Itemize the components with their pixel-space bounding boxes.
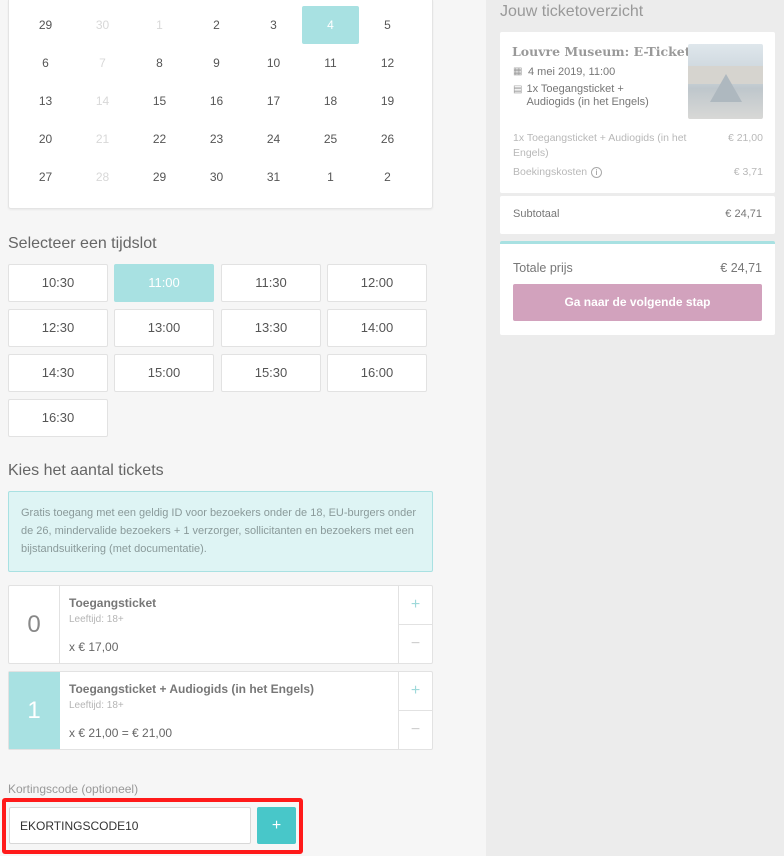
timeslot-option[interactable]: 14:00 bbox=[327, 309, 427, 347]
ticket-description: ▤ 1x Toegangsticket + Audiogids (in het … bbox=[513, 83, 673, 109]
calendar-day[interactable]: 2 bbox=[359, 158, 416, 196]
decrease-quantity-button[interactable]: − bbox=[398, 625, 432, 663]
ticket-quantity: 0 bbox=[9, 586, 60, 663]
booking-fee-amount: € 3,71 bbox=[733, 166, 763, 178]
next-step-button[interactable]: Ga naar de volgende stap bbox=[513, 284, 762, 321]
timeslot-option[interactable]: 16:00 bbox=[327, 354, 427, 392]
calendar-week-row: 27 28 29 30 31 1 2 bbox=[9, 158, 434, 196]
calendar-day: 14 bbox=[95, 94, 110, 108]
calendar-day[interactable]: 26 bbox=[359, 120, 416, 158]
order-summary-card: Louvre Museum: E-Ticket ▦ 4 mei 2019, 11… bbox=[500, 32, 775, 193]
timeslot-option[interactable]: 11:30 bbox=[221, 264, 321, 302]
calendar-week-row: 29 30 1 2 3 4 5 bbox=[9, 6, 434, 44]
calendar-day[interactable]: 24 bbox=[245, 120, 302, 158]
total-amount: € 24,71 bbox=[720, 261, 762, 275]
timeslot-option[interactable]: 13:00 bbox=[114, 309, 214, 347]
visit-date-text: 4 mei 2019, 11:00 bbox=[528, 66, 616, 78]
calendar-day: 21 bbox=[95, 132, 110, 146]
timeslot-option[interactable]: 12:00 bbox=[327, 264, 427, 302]
timeslot-section-title: Selecteer een tijdslot bbox=[8, 235, 157, 252]
calendar-day[interactable]: 18 bbox=[302, 82, 359, 120]
calendar-day[interactable]: 17 bbox=[245, 82, 302, 120]
ticket-price: x € 17,00 bbox=[69, 640, 119, 654]
subtotal-card: Subtotaal € 24,71 bbox=[500, 196, 775, 234]
timeslot-selected[interactable]: 11:00 bbox=[114, 264, 214, 302]
discount-code-label: Kortingscode (optioneel) bbox=[8, 782, 139, 796]
calendar-day[interactable]: 29 bbox=[131, 158, 188, 196]
date-calendar: 29 30 1 2 3 4 5 6 7 8 9 10 11 12 13 14 15 16 17 18 19 20 21 22 2… bbox=[8, 0, 433, 209]
increase-quantity-button[interactable]: + bbox=[398, 672, 432, 711]
calendar-icon: ▦ bbox=[513, 66, 523, 77]
timeslot-option[interactable]: 13:30 bbox=[221, 309, 321, 347]
line-item: 1x Toegangsticket + Audiogids (in het En… bbox=[513, 131, 763, 161]
tickets-section-title: Kies het aantal tickets bbox=[8, 462, 164, 479]
subtotal-amount: € 24,71 bbox=[725, 208, 762, 220]
timeslot-option[interactable]: 10:30 bbox=[8, 264, 108, 302]
discount-code-input[interactable] bbox=[9, 807, 251, 844]
calendar-day[interactable]: 12 bbox=[359, 44, 416, 82]
line-item-amount: € 21,00 bbox=[727, 132, 763, 144]
calendar-day[interactable]: 30 bbox=[188, 158, 245, 196]
increase-quantity-button[interactable]: + bbox=[398, 586, 432, 625]
calendar-day[interactable]: 31 bbox=[245, 158, 302, 196]
calendar-day[interactable]: 25 bbox=[302, 120, 359, 158]
ticket-icon: ▤ bbox=[513, 84, 523, 95]
timeslot-option[interactable]: 14:30 bbox=[8, 354, 108, 392]
apply-discount-button[interactable]: + bbox=[257, 807, 296, 844]
total-card: Totale prijs € 24,71 Ga naar de volgende… bbox=[500, 241, 775, 335]
calendar-day[interactable]: 8 bbox=[131, 44, 188, 82]
museum-ticket-title: Louvre Museum: E-Ticket bbox=[512, 44, 691, 59]
calendar-day: 7 bbox=[99, 56, 106, 70]
visit-date: ▦ 4 mei 2019, 11:00 bbox=[513, 66, 615, 78]
calendar-day[interactable]: 22 bbox=[131, 120, 188, 158]
ticket-price: x € 21,00 = € 21,00 bbox=[69, 726, 173, 740]
timeslot-option[interactable]: 15:30 bbox=[221, 354, 321, 392]
pyramid-shape bbox=[710, 74, 742, 102]
calendar-day[interactable]: 23 bbox=[188, 120, 245, 158]
calendar-day[interactable]: 9 bbox=[188, 44, 245, 82]
ticket-row-audioguide: 1 Toegangsticket + Audiogids (in het Eng… bbox=[8, 671, 433, 750]
calendar-day[interactable]: 15 bbox=[131, 82, 188, 120]
calendar-day[interactable]: 1 bbox=[302, 158, 359, 196]
timeslot-option[interactable]: 16:30 bbox=[8, 399, 108, 437]
calendar-week-row: 6 7 8 9 10 11 12 bbox=[9, 44, 434, 82]
calendar-day: 30 bbox=[95, 18, 110, 32]
ticket-description-text: 1x Toegangsticket + Audiogids (in het En… bbox=[526, 83, 649, 108]
calendar-week-row: 13 14 15 16 17 18 19 bbox=[9, 82, 434, 120]
ticket-age: Leeftijd: 18+ bbox=[69, 700, 124, 711]
calendar-day: 28 bbox=[95, 170, 110, 184]
calendar-day[interactable]: 10 bbox=[245, 44, 302, 82]
calendar-day[interactable]: 27 bbox=[17, 158, 74, 196]
ticket-name: Toegangsticket bbox=[69, 596, 157, 610]
free-entry-info: Gratis toegang met een geldig ID voor be… bbox=[8, 491, 433, 572]
booking-fee-label: Boekingskosten bbox=[513, 166, 588, 178]
timeslot-option[interactable]: 12:30 bbox=[8, 309, 108, 347]
line-item-label: 1x Toegangsticket + Audiogids (in het En… bbox=[513, 132, 687, 159]
calendar-day[interactable]: 3 bbox=[245, 6, 302, 44]
calendar-week-row: 20 21 22 23 24 25 26 bbox=[9, 120, 434, 158]
subtotal-label: Subtotaal bbox=[513, 208, 560, 220]
calendar-day[interactable]: 2 bbox=[188, 6, 245, 44]
info-icon[interactable]: i bbox=[591, 166, 603, 178]
calendar-day[interactable]: 11 bbox=[302, 44, 359, 82]
overview-title: Jouw ticketoverzicht bbox=[500, 3, 644, 20]
ticket-name: Toegangsticket + Audiogids (in het Engel… bbox=[69, 682, 315, 696]
total-label: Totale prijs bbox=[513, 261, 573, 275]
calendar-day[interactable]: 5 bbox=[359, 6, 416, 44]
calendar-day[interactable]: 16 bbox=[188, 82, 245, 120]
calendar-day[interactable]: 6 bbox=[17, 44, 74, 82]
decrease-quantity-button[interactable]: − bbox=[398, 711, 432, 749]
ticket-row-standard: 0 Toegangsticket Leeftijd: 18+ x € 17,00… bbox=[8, 585, 433, 664]
calendar-day[interactable]: 20 bbox=[17, 120, 74, 158]
calendar-day-selected[interactable]: 4 bbox=[302, 6, 359, 44]
ticket-quantity: 1 bbox=[9, 672, 60, 749]
timeslot-option[interactable]: 15:00 bbox=[114, 354, 214, 392]
booking-fee: Boekingskosten i € 3,71 bbox=[513, 165, 763, 180]
calendar-day: 1 bbox=[156, 18, 163, 32]
calendar-day[interactable]: 29 bbox=[17, 6, 74, 44]
louvre-thumbnail bbox=[688, 44, 763, 119]
ticket-age: Leeftijd: 18+ bbox=[69, 614, 124, 625]
calendar-day[interactable]: 13 bbox=[17, 82, 74, 120]
calendar-day[interactable]: 19 bbox=[359, 82, 416, 120]
